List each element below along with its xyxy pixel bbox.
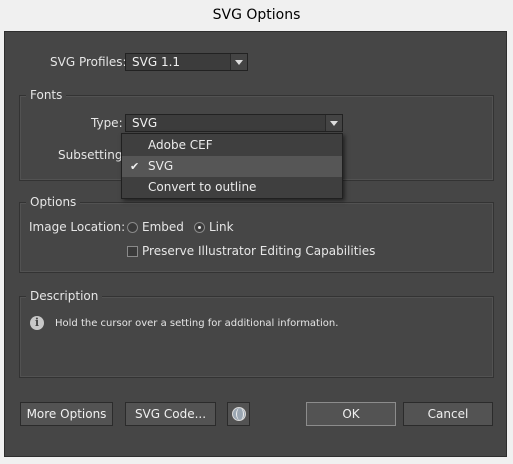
dropdown-item-adobe-cef[interactable]: Adobe CEF (122, 135, 342, 156)
dropdown-item-svg-label: SVG (148, 159, 174, 173)
globe-icon (232, 407, 246, 421)
subsetting-label: Subsetting: (58, 148, 127, 162)
more-options-button[interactable]: More Options (20, 402, 113, 426)
svg-code-button[interactable]: SVG Code... (125, 402, 216, 426)
font-type-value: SVG (132, 116, 158, 130)
font-type-label: Type: (91, 116, 123, 130)
fonts-group-title: Fonts (26, 88, 67, 102)
svg-profiles-value: SVG 1.1 (132, 55, 181, 69)
link-label[interactable]: Link (209, 220, 234, 234)
chevron-down-icon (230, 54, 247, 70)
description-text: Hold the cursor over a setting for addit… (55, 318, 339, 329)
font-type-select[interactable]: SVG (125, 114, 343, 132)
ok-button[interactable]: OK (306, 402, 396, 426)
preserve-editing-checkbox[interactable] (127, 246, 138, 257)
font-type-dropdown: Adobe CEF ✔ SVG Convert to outline (121, 133, 343, 199)
embed-label[interactable]: Embed (142, 220, 184, 234)
svg-profiles-label: SVG Profiles: (50, 55, 127, 69)
description-group (19, 296, 494, 378)
svg-profiles-select[interactable]: SVG 1.1 (125, 53, 248, 71)
chevron-down-icon (325, 115, 342, 131)
cancel-button[interactable]: Cancel (403, 402, 493, 426)
embed-radio[interactable] (127, 222, 138, 233)
checkmark-icon: ✔ (130, 160, 140, 173)
web-preview-button[interactable] (227, 402, 250, 426)
info-icon: i (30, 316, 44, 330)
link-radio[interactable] (194, 222, 205, 233)
image-location-label: Image Location: (29, 220, 126, 234)
dropdown-item-svg[interactable]: ✔ SVG (122, 156, 342, 177)
options-group-title: Options (26, 195, 81, 209)
dropdown-item-convert-to-outline[interactable]: Convert to outline (122, 177, 342, 198)
description-group-title: Description (26, 289, 103, 303)
window-title: SVG Options (0, 0, 513, 31)
preserve-editing-label[interactable]: Preserve Illustrator Editing Capabilitie… (142, 244, 375, 258)
options-group (19, 202, 494, 273)
